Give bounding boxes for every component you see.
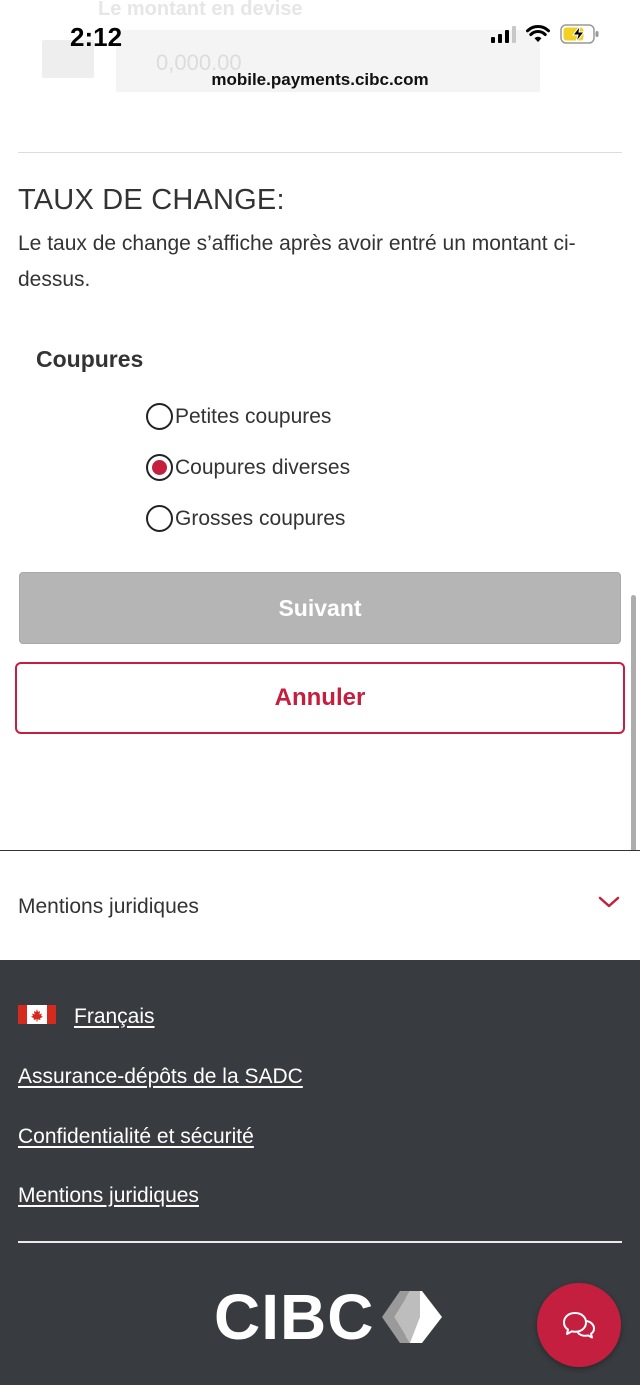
exchange-rate-description: Le taux de change s’affiche après avoir … xyxy=(18,232,576,291)
cibc-logo: CIBC xyxy=(214,1285,444,1349)
footer-link-cdic[interactable]: Assurance-dépôts de la SADC xyxy=(18,1065,303,1089)
radio-button[interactable] xyxy=(146,403,173,430)
browser-url[interactable]: mobile.payments.cibc.com xyxy=(0,70,640,90)
radio-option-mixed-bills[interactable]: Coupures diverses xyxy=(146,454,350,481)
status-icons xyxy=(491,24,600,44)
legal-accordion-label: Mentions juridiques xyxy=(18,895,199,918)
section-divider xyxy=(18,152,622,153)
radio-option-large-bills[interactable]: Grosses coupures xyxy=(146,505,345,532)
chevron-down-icon[interactable] xyxy=(598,895,620,909)
language-link[interactable]: Français xyxy=(74,1005,155,1029)
canada-flag-icon xyxy=(18,1005,56,1024)
next-button[interactable]: Suivant xyxy=(19,572,621,644)
status-time: 2:12 xyxy=(70,22,123,52)
cancel-button[interactable]: Annuler xyxy=(15,662,625,734)
radio-selected-dot xyxy=(152,460,167,475)
radio-label: Grosses coupures xyxy=(175,506,346,530)
wifi-icon xyxy=(526,25,550,42)
radio-label: Coupures diverses xyxy=(175,455,351,479)
cibc-logo-text: CIBC xyxy=(214,1281,375,1353)
cibc-diamond-icon xyxy=(382,1291,443,1343)
exchange-rate-title: TAUX DE CHANGE: xyxy=(18,184,285,216)
ghost-amount-label: Le montant en devise xyxy=(98,0,303,20)
chat-bubbles-icon xyxy=(563,1312,595,1339)
radio-option-small-bills[interactable]: Petites coupures xyxy=(146,403,331,430)
cellular-signal-icon xyxy=(491,25,516,43)
footer-link-privacy[interactable]: Confidentialité et sécurité xyxy=(18,1125,254,1149)
battery-charging-icon xyxy=(560,24,599,44)
radio-button[interactable] xyxy=(146,505,173,532)
chat-button[interactable] xyxy=(537,1283,621,1367)
denominations-title: Coupures xyxy=(36,346,144,372)
radio-button-selected[interactable] xyxy=(146,454,173,481)
radio-label: Petites coupures xyxy=(175,404,332,428)
legal-accordion[interactable]: Mentions juridiques xyxy=(0,850,640,960)
footer-link-legal[interactable]: Mentions juridiques xyxy=(18,1184,199,1208)
footer-divider xyxy=(18,1241,622,1243)
